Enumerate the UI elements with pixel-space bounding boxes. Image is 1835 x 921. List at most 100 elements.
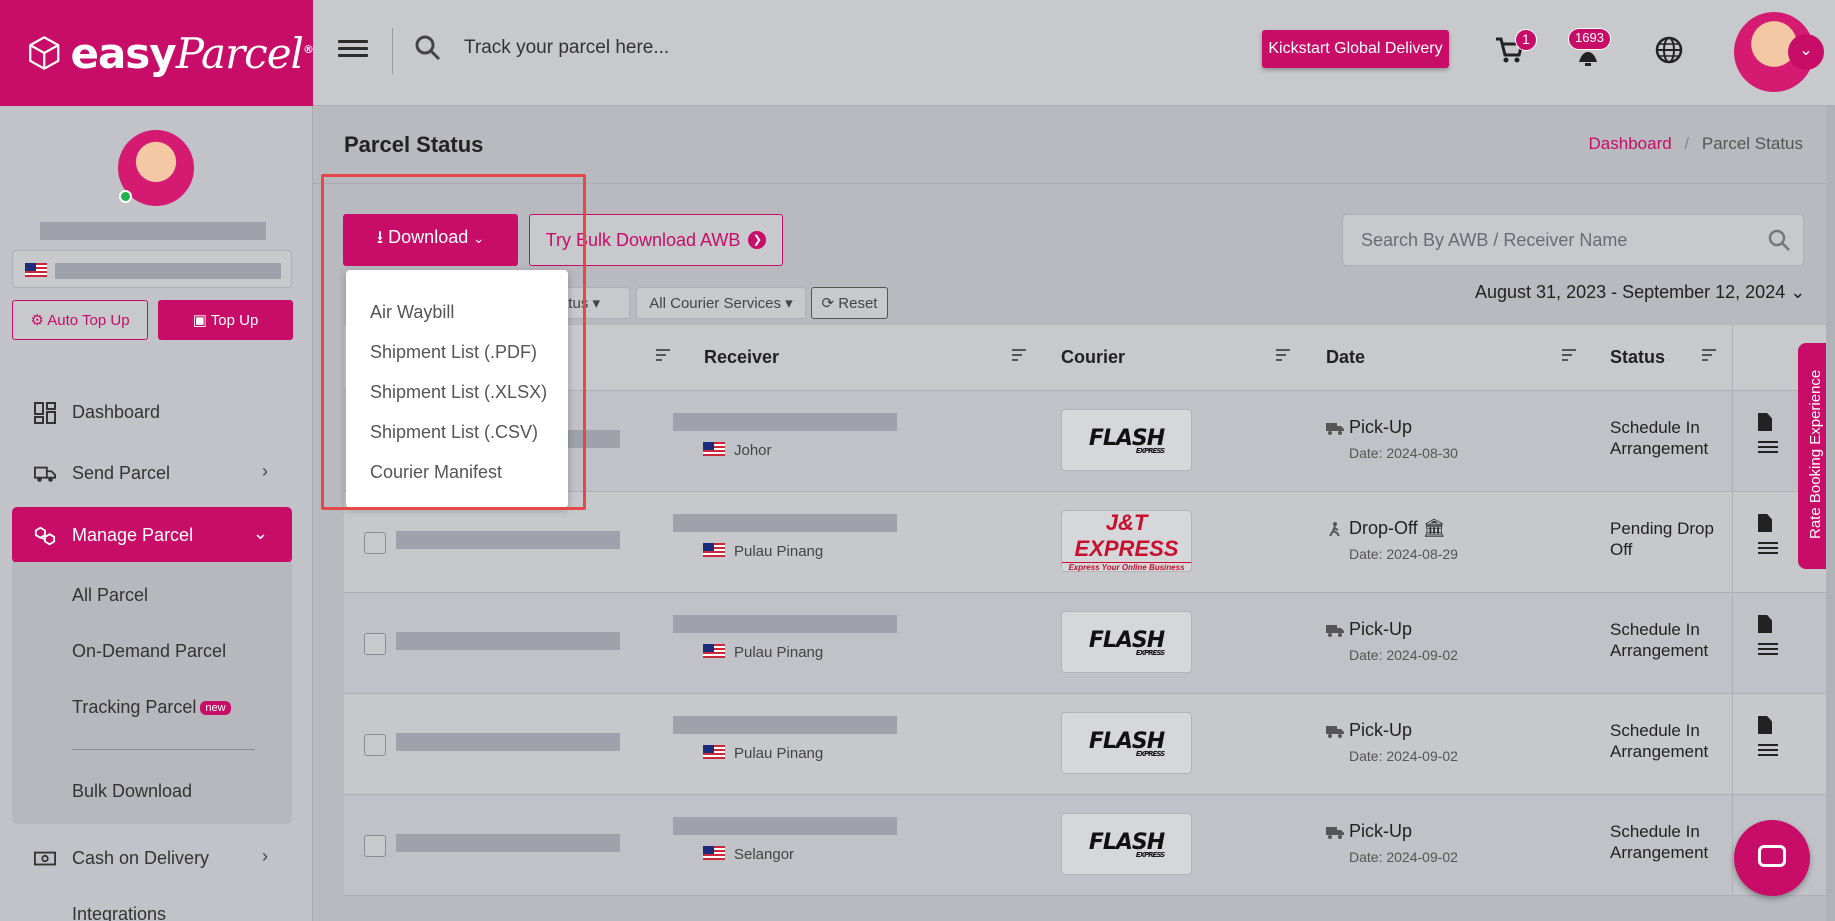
courier-logo-flash: FLASH EXPRESS: [1061, 813, 1192, 875]
row-checkbox[interactable]: [364, 633, 386, 655]
malaysia-flag-icon: [703, 846, 725, 860]
sidebar-item-cash-on-delivery[interactable]: Cash on Delivery ›: [12, 830, 292, 886]
courier-filter-dropdown[interactable]: All Courier Services ▾: [636, 287, 806, 319]
receiver-state: Pulau Pinang: [734, 745, 824, 762]
chevron-down-icon: ⌄: [1790, 282, 1806, 302]
reset-button[interactable]: ⟳ Reset: [811, 287, 888, 319]
breadcrumb-current: Parcel Status: [1701, 134, 1803, 153]
search-icon[interactable]: [1767, 228, 1791, 252]
date-range-picker[interactable]: August 31, 2023 - September 12, 2024 ⌄: [1475, 282, 1805, 303]
row-checkbox[interactable]: [364, 532, 386, 554]
table-row[interactable]: Pulau Pinang FLASH EXPRESS Pick-Up Date: …: [344, 593, 1834, 694]
sidebar-item-manage-parcel[interactable]: Manage Parcel ⌄: [12, 507, 292, 563]
menu-icon[interactable]: [1758, 744, 1778, 756]
logo[interactable]: easyParcel®: [0, 0, 314, 106]
sidebar-item-send-parcel[interactable]: Send Parcel ›: [12, 445, 292, 501]
breadcrumb-dashboard-link[interactable]: Dashboard: [1589, 134, 1672, 153]
status-text: Schedule In Arrangement: [1610, 620, 1709, 660]
arrow-right-circle-icon: ❯: [748, 231, 767, 249]
redacted-awb: [396, 834, 620, 852]
topup-label: Top Up: [210, 312, 259, 329]
reset-label: Reset: [838, 294, 878, 312]
status-text: Schedule In Arrangement: [1610, 721, 1709, 761]
submenu-all-parcel[interactable]: All Parcel: [72, 585, 148, 606]
document-icon[interactable]: [1758, 615, 1772, 633]
kickstart-global-delivery-button[interactable]: Kickstart Global Delivery: [1262, 30, 1449, 68]
chat-button[interactable]: [1734, 820, 1810, 896]
sidebar-item-integrations[interactable]: Integrations: [12, 890, 292, 921]
truck-icon: [1326, 827, 1344, 839]
table-row[interactable]: Selangor FLASH EXPRESS Pick-Up Date: 2024…: [344, 795, 1834, 896]
sidebar-item-label: Cash on Delivery: [72, 847, 210, 868]
sort-icon[interactable]: [1702, 349, 1716, 361]
truck-icon: [34, 466, 56, 482]
status-text: Pending Drop Off: [1610, 519, 1714, 559]
delivery-date: Date: 2024-08-30: [1349, 445, 1458, 461]
row-checkbox[interactable]: [364, 835, 386, 857]
submenu-label: Tracking Parcel: [72, 697, 197, 717]
search-icon[interactable]: [414, 34, 442, 62]
dashboard-icon: [34, 402, 56, 424]
sort-icon[interactable]: [1562, 349, 1576, 361]
submenu-bulk-download[interactable]: Bulk Download: [72, 781, 192, 802]
delivery-date: Date: 2024-08-29: [1349, 546, 1458, 562]
caret-down-icon: ▾: [785, 295, 793, 312]
submenu-on-demand-parcel[interactable]: On-Demand Parcel: [72, 641, 226, 662]
menu-icon[interactable]: [1758, 643, 1778, 655]
redacted-awb: [396, 733, 620, 751]
sort-icon[interactable]: [1012, 349, 1026, 361]
column-divider: [1732, 694, 1733, 795]
redacted-receiver-name: [673, 615, 897, 633]
refresh-icon: ⟳: [821, 295, 835, 312]
receiver-state: Pulau Pinang: [734, 644, 824, 661]
sort-icon[interactable]: [1276, 349, 1290, 361]
document-icon[interactable]: [1758, 716, 1772, 734]
hamburger-menu-icon[interactable]: [338, 36, 368, 62]
document-icon[interactable]: [1758, 413, 1772, 431]
box-logo-icon: [29, 36, 60, 70]
table-row[interactable]: Pulau Pinang FLASH EXPRESS Pick-Up Date: …: [344, 694, 1834, 795]
brand-name: easyParcel®: [70, 29, 314, 78]
notification-count-badge: 1693: [1568, 28, 1611, 50]
courier-logo-jt: J&T EXPRESS Express Your Online Business: [1061, 510, 1192, 572]
topup-button[interactable]: ▣ Top Up: [158, 300, 293, 340]
track-parcel-input[interactable]: [464, 30, 864, 66]
truck-icon: [1326, 625, 1344, 637]
notification-bell-icon[interactable]: [1576, 50, 1600, 68]
redacted-receiver-name: [673, 413, 897, 431]
awb-search-input[interactable]: [1361, 227, 1741, 253]
sidebar-item-dashboard[interactable]: Dashboard: [12, 384, 292, 440]
cart-count-badge: 1: [1515, 29, 1537, 51]
boxes-icon: [34, 526, 56, 546]
menu-icon[interactable]: [1758, 441, 1778, 453]
row-checkbox[interactable]: [364, 734, 386, 756]
chevron-right-icon: ›: [262, 846, 268, 866]
delivery-date: Date: 2024-09-02: [1349, 748, 1458, 764]
submenu-tracking-parcel[interactable]: Tracking Parcel new: [72, 697, 231, 718]
scrollbar[interactable]: [1826, 106, 1835, 921]
malaysia-flag-icon: [703, 543, 725, 557]
chevron-down-icon[interactable]: ⌄: [1788, 34, 1824, 70]
rate-booking-label: Rate Booking Experience: [1807, 369, 1824, 539]
redacted-awb: [396, 531, 620, 549]
column-header-status: Status: [1610, 347, 1666, 367]
column-divider: [1732, 391, 1733, 492]
divider: [392, 28, 393, 74]
globe-icon[interactable]: [1655, 36, 1683, 64]
malaysia-flag-icon: [25, 263, 47, 277]
malaysia-flag-icon: [703, 745, 725, 759]
breadcrumb: Dashboard / Parcel Status: [1589, 134, 1803, 154]
sort-icon[interactable]: [656, 349, 670, 361]
delivery-type: Pick-Up: [1349, 821, 1413, 841]
document-icon[interactable]: [1758, 514, 1772, 532]
gear-icon: ⚙: [30, 312, 44, 329]
sidebar-item-label: Manage Parcel: [72, 524, 194, 545]
redacted-username: [40, 222, 266, 240]
menu-icon[interactable]: [1758, 542, 1778, 554]
auto-topup-button[interactable]: ⚙ Auto Top Up: [12, 300, 148, 340]
wallet-icon: ▣: [192, 312, 207, 329]
account-selector[interactable]: [12, 250, 292, 288]
receiver-state: Johor: [734, 442, 772, 459]
column-header-date: Date: [1326, 347, 1366, 367]
malaysia-flag-icon: [703, 644, 725, 658]
